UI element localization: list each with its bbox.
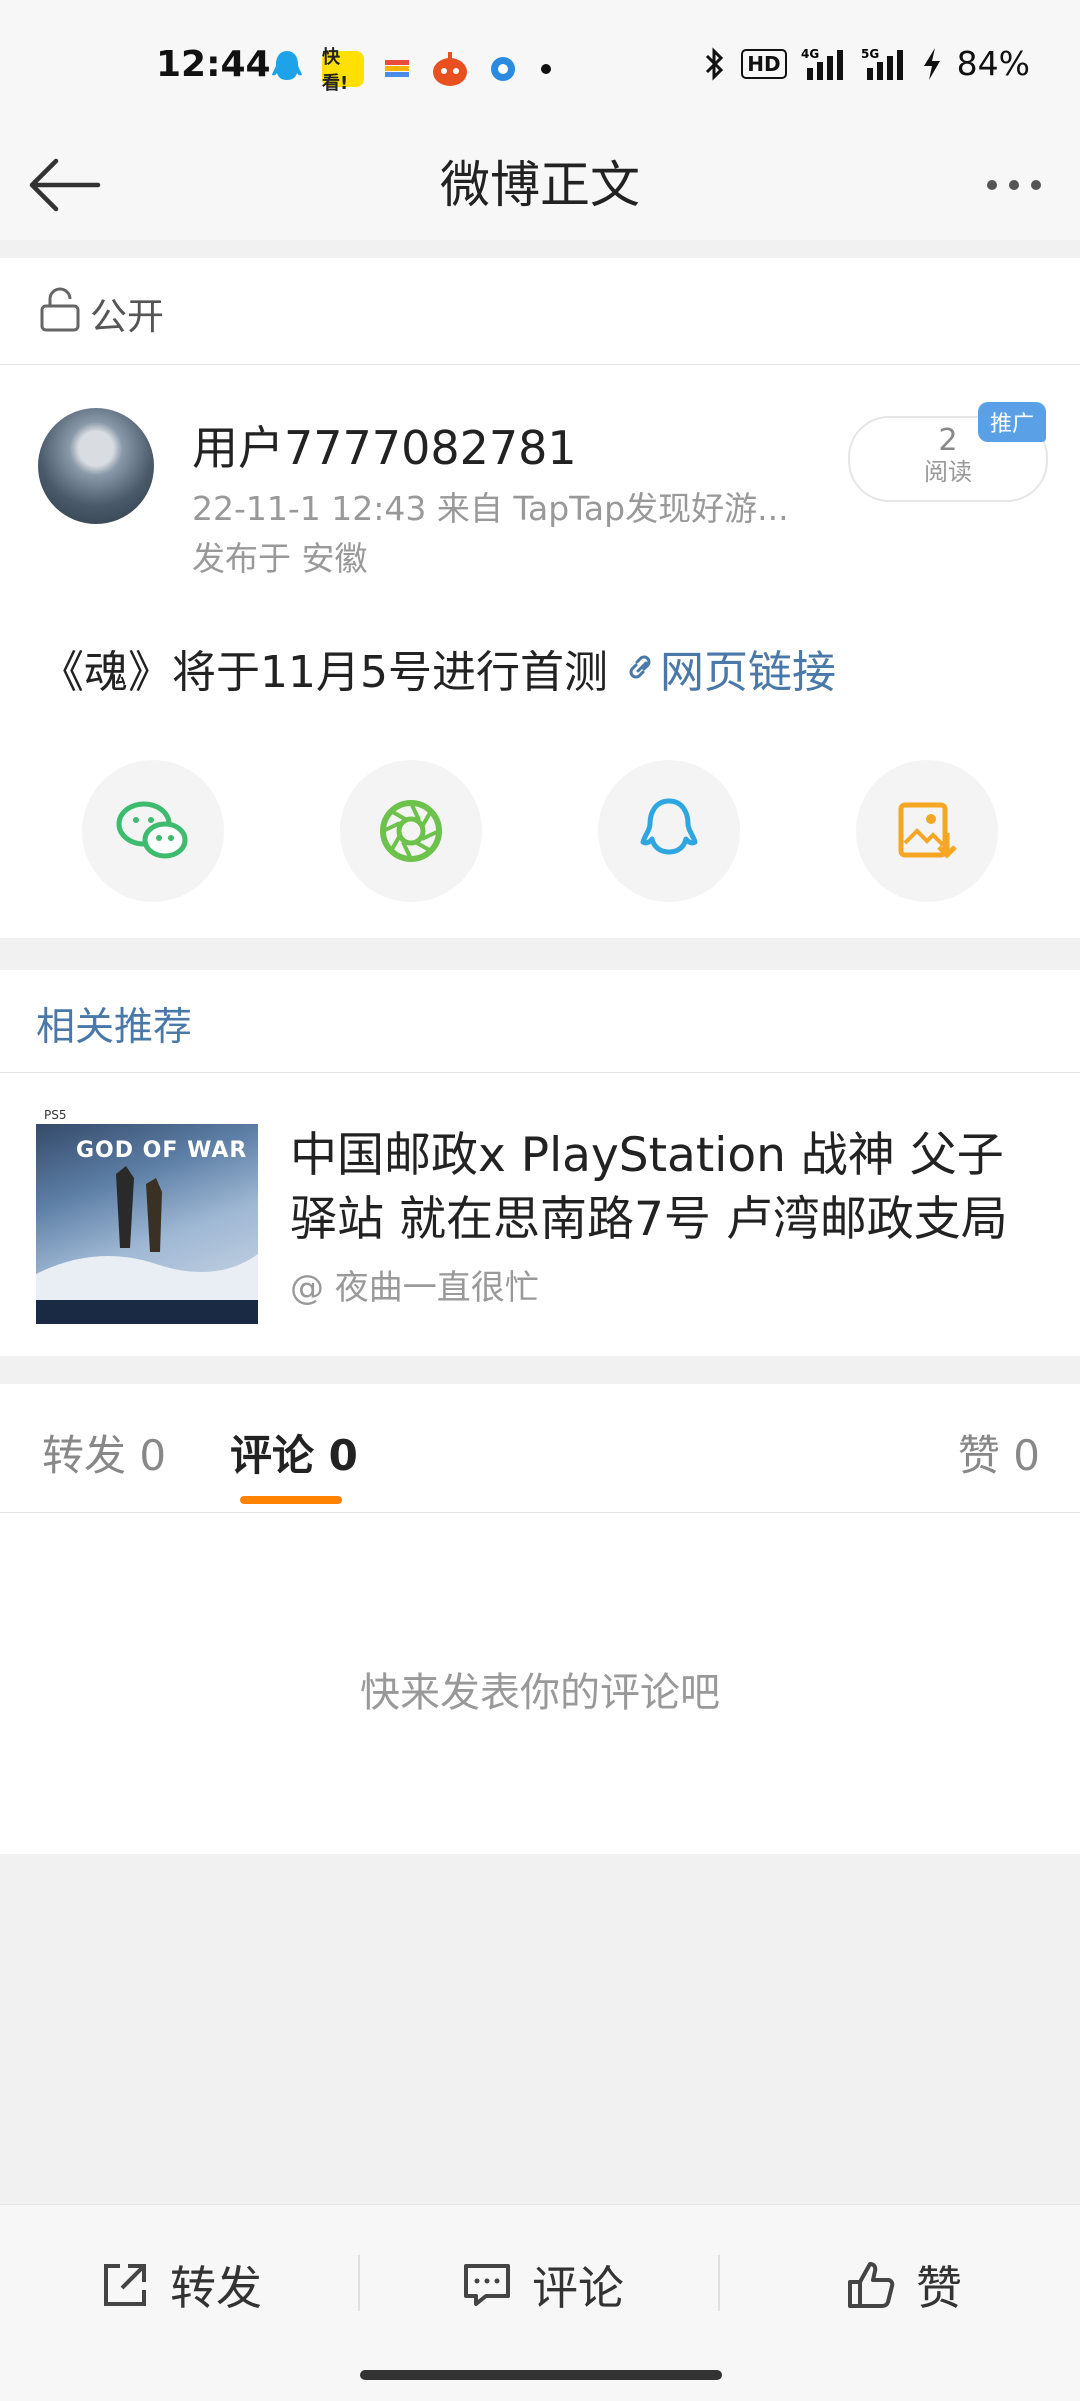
post-meta: 22-11-1 12:43 来自 TapTap发现好游...	[192, 489, 789, 528]
thumbnail-caption: GOD OF WAR	[76, 1138, 248, 1163]
post-location: 发布于 安徽	[192, 539, 368, 578]
moments-icon	[380, 800, 442, 862]
signal-4g-icon: 4G	[801, 47, 843, 80]
empty-comments: 快来发表你的评论吧	[360, 1670, 720, 1716]
section-divider	[0, 240, 1080, 258]
visibility-label: 公开	[90, 295, 164, 338]
like-button[interactable]: 赞	[844, 2245, 962, 2325]
app-icon	[385, 60, 409, 77]
nav-bar: 微博正文	[0, 130, 1080, 241]
taobao-icon	[433, 52, 467, 86]
svg-text:4G: 4G	[801, 47, 819, 61]
kuaikan-icon: 快看!	[322, 47, 364, 94]
page-title: 微博正文	[440, 156, 640, 214]
comment-button[interactable]: 评论	[460, 2245, 624, 2325]
save-image-button[interactable]	[856, 760, 998, 902]
related-item-title[interactable]: 中国邮政x PlayStation 战神 父子驿站 就在思南路7号 卢湾邮政支局	[290, 1124, 1050, 1252]
username[interactable]: 用户7777082781	[192, 412, 577, 478]
share-moments-button[interactable]	[340, 760, 482, 902]
share-wechat-button[interactable]	[82, 760, 224, 902]
share-out-icon	[104, 2264, 146, 2306]
bar-divider	[718, 2255, 720, 2311]
more-dot-icon	[987, 180, 997, 190]
avatar[interactable]	[38, 408, 154, 524]
comment-icon	[464, 2264, 510, 2306]
status-time: 12:44	[156, 44, 271, 85]
repost-button[interactable]: 转发	[98, 2245, 262, 2325]
visibility-row[interactable]: 公开	[0, 258, 1080, 365]
promo-badge[interactable]: 推广	[978, 402, 1046, 442]
tab-comment[interactable]: 评论 0	[230, 1422, 358, 1483]
more-button[interactable]	[974, 150, 1054, 220]
interaction-tabs: 转发 0 评论 0 赞 0	[0, 1384, 1080, 1513]
post-text: 《魂》将于11月5号进行首测 网页链接	[40, 636, 836, 700]
post-body: 《魂》将于11月5号进行首测	[40, 647, 608, 698]
arrow-left-icon	[29, 158, 101, 212]
related-title: 相关推荐	[36, 1005, 193, 1050]
wechat-icon	[116, 801, 188, 859]
related-header: 相关推荐	[0, 970, 1080, 1073]
circle-app-icon	[491, 57, 515, 81]
unlock-icon	[40, 287, 80, 332]
section-divider	[0, 1356, 1080, 1384]
comment-label: 评论	[532, 2261, 624, 2315]
thumbs-up-icon	[848, 2262, 895, 2308]
qq-icon	[640, 798, 698, 855]
qq-icon	[272, 51, 302, 80]
signal-5g-icon: 5G	[861, 47, 903, 80]
back-button[interactable]	[24, 150, 104, 220]
notification-icons: 快看!	[270, 46, 556, 94]
save-image-icon	[898, 802, 957, 859]
more-dot-icon	[1031, 180, 1041, 190]
related-item-author[interactable]: @ 夜曲一直很忙	[290, 1260, 539, 1309]
svg-text:5G: 5G	[861, 47, 879, 61]
web-link-label: 网页链接	[659, 647, 836, 698]
battery-percent: 84%	[956, 44, 1030, 83]
status-right: HD 4G 5G 84%	[703, 44, 1030, 83]
svg-text:PS5: PS5	[44, 1108, 67, 1122]
web-link[interactable]: 网页链接	[622, 636, 836, 700]
bar-divider	[358, 2255, 360, 2311]
repost-label: 转发	[170, 2261, 262, 2315]
link-icon	[629, 655, 651, 679]
share-qq-button[interactable]	[598, 760, 740, 902]
tab-like[interactable]: 赞 0	[958, 1422, 1040, 1483]
active-tab-indicator	[240, 1496, 342, 1504]
more-dot-icon	[1009, 180, 1019, 190]
read-label: 阅读	[924, 458, 972, 486]
god-of-war-image: PS5	[36, 1104, 258, 1324]
content-footer-space	[0, 1854, 1080, 2204]
like-label: 赞	[916, 2261, 962, 2315]
status-bar: 12:44 快看! HD 4G 5G 84%	[0, 0, 1080, 130]
section-divider	[0, 938, 1080, 970]
home-indicator[interactable]	[360, 2370, 722, 2380]
related-thumbnail[interactable]: PS5 GOD OF WAR	[36, 1104, 258, 1324]
hd-icon: HD	[741, 48, 787, 79]
bluetooth-icon	[706, 46, 724, 81]
tab-repost[interactable]: 转发 0	[42, 1422, 166, 1483]
dot-icon	[541, 64, 551, 74]
charging-icon	[923, 47, 940, 80]
